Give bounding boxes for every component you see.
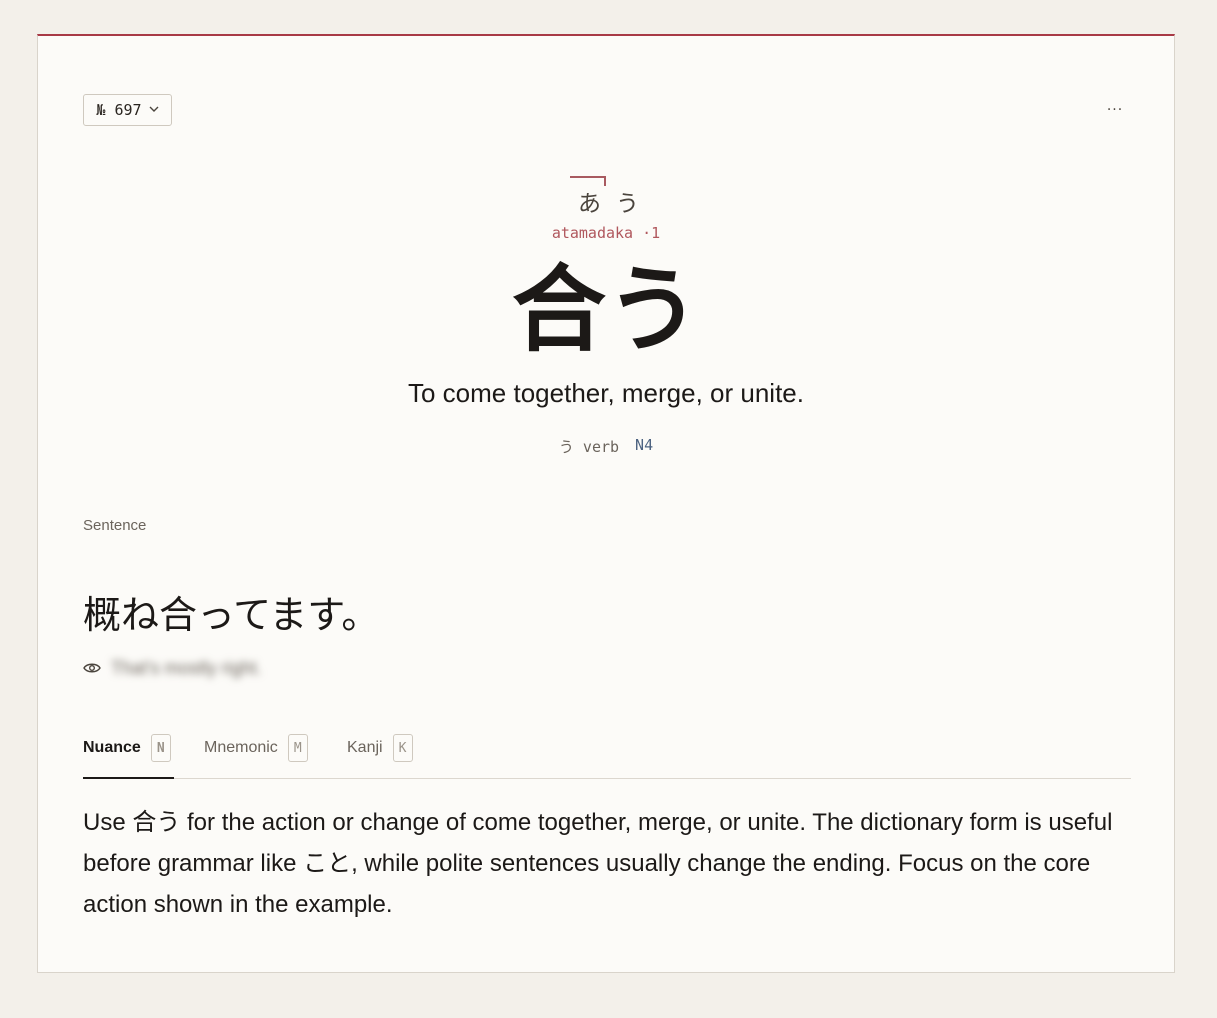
shortcut-key: N <box>150 734 171 762</box>
verb-type-tag: う verb <box>558 438 620 456</box>
pitch-accent-label: atamadaka ·1 <box>551 224 661 242</box>
tab-label: Kanji <box>347 739 383 756</box>
nuance-text: Use 合う for the action or change of come … <box>83 809 1113 918</box>
reading-mora: う <box>616 191 639 217</box>
card-number-label: № 697 <box>96 101 142 119</box>
hidden-translation[interactable]: That's mostly right. <box>111 658 261 679</box>
jlpt-level-tag: N4 <box>635 436 654 454</box>
shortcut-key: M <box>287 734 308 762</box>
tab-label: Mnemonic <box>204 739 278 756</box>
more-options-button[interactable]: ··· <box>1100 98 1130 122</box>
info-tabs: Nuance N Mnemonic M Kanji K <box>83 732 1131 779</box>
shortcut-key: K <box>392 734 413 762</box>
ellipsis-icon: ··· <box>1106 102 1124 118</box>
word-tags: う verb N4 <box>38 436 1174 457</box>
tab-kanji[interactable]: Kanji K <box>347 732 413 778</box>
headword: 合う <box>511 256 700 365</box>
sentence-section-label: Sentence <box>83 517 147 534</box>
word-card: № 697 ··· あ う atamadaka ·1 合う To come to… <box>37 34 1175 973</box>
pitch-accent-reading: あ う <box>38 176 1174 217</box>
reading-mora: あ <box>578 191 601 217</box>
tab-nuance[interactable]: Nuance N <box>83 732 174 779</box>
word-gloss: To come together, merge, or unite. <box>408 378 804 408</box>
tab-label: Nuance <box>83 739 141 756</box>
card-number-dropdown[interactable]: № 697 <box>83 94 172 126</box>
tab-mnemonic[interactable]: Mnemonic M <box>204 732 308 778</box>
chevron-down-icon <box>149 105 159 116</box>
example-sentence: 概ね合ってます。 <box>83 593 380 637</box>
translation-reveal[interactable]: That's mostly right. <box>83 656 261 680</box>
eye-icon[interactable] <box>83 659 101 677</box>
